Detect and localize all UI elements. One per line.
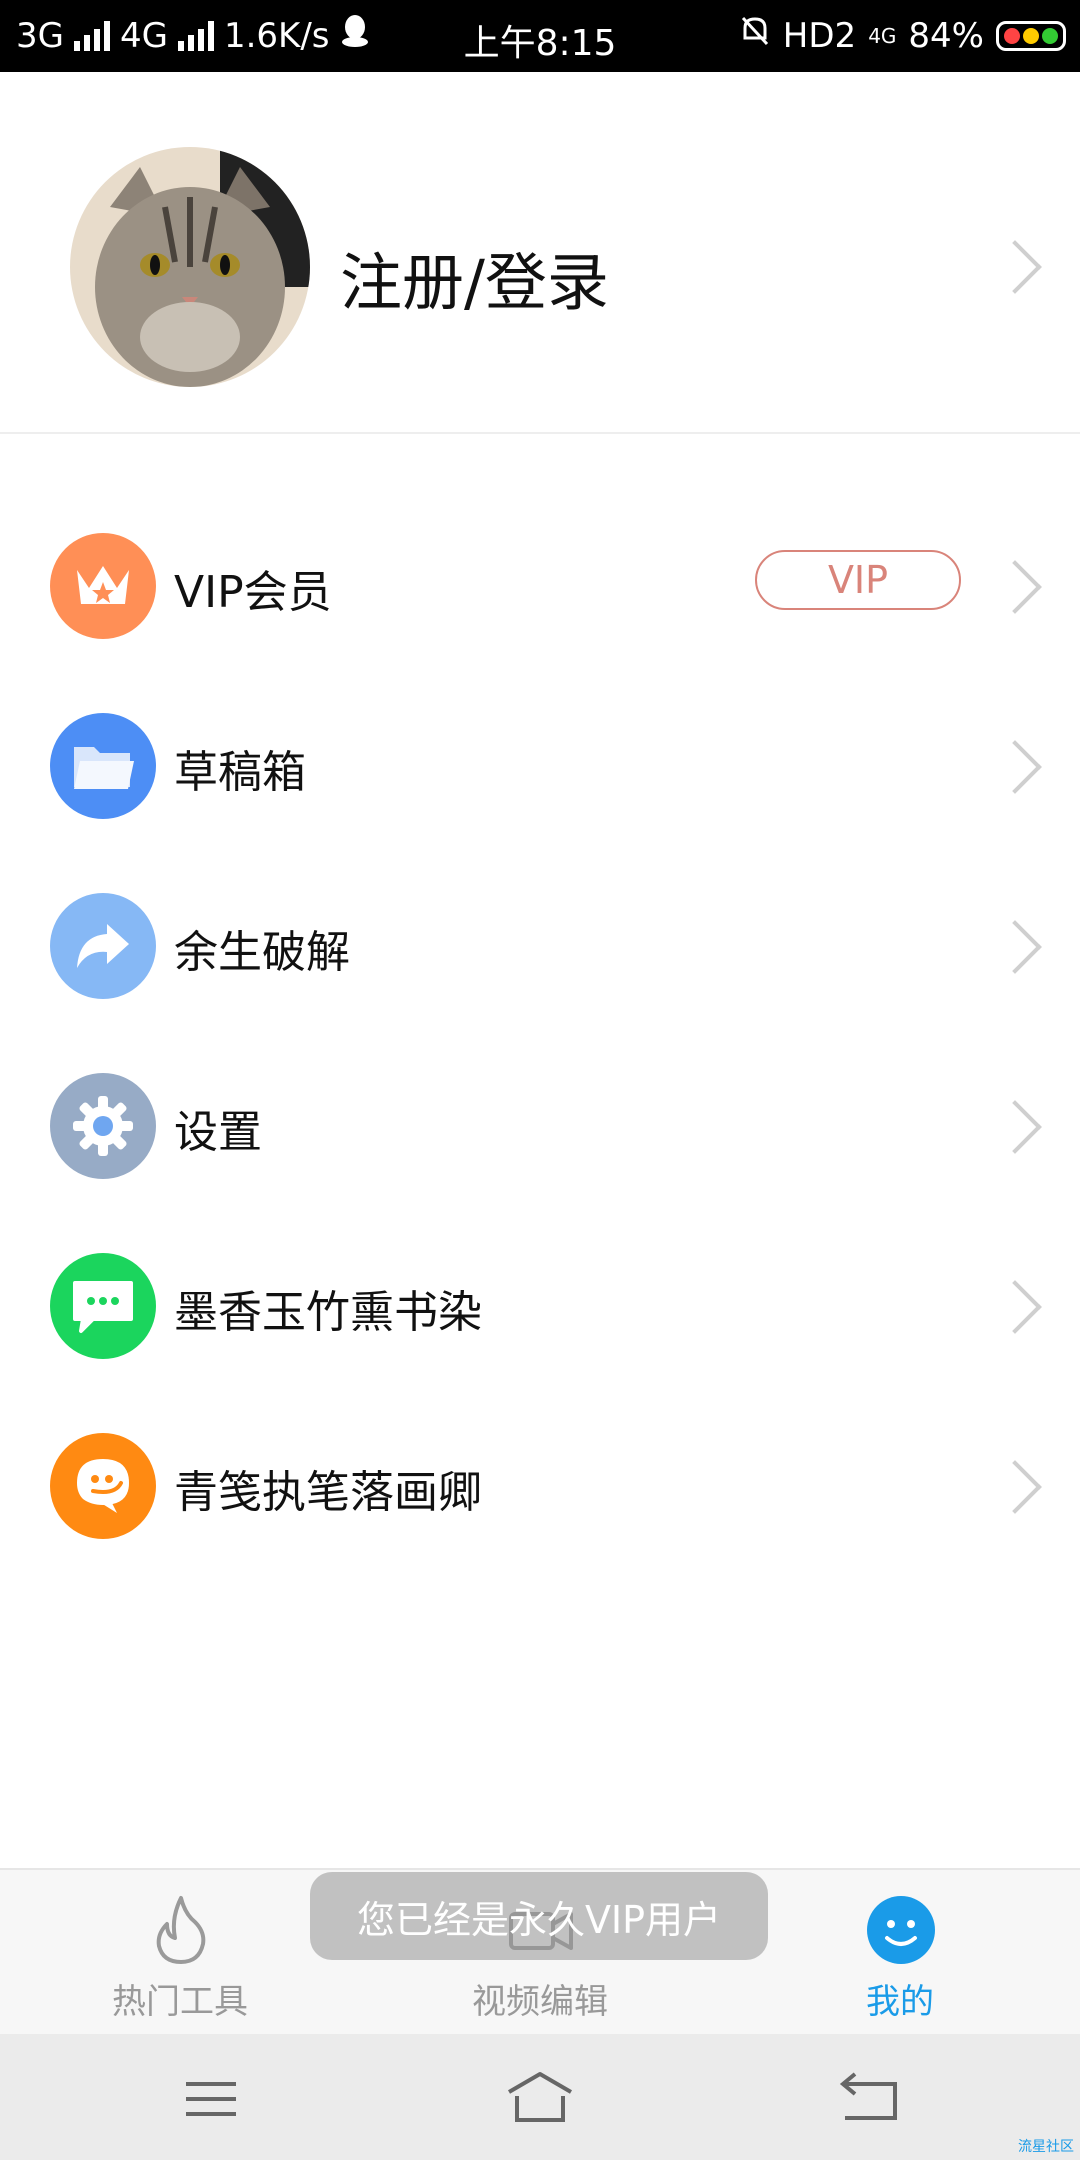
flame-icon <box>145 1894 217 1966</box>
chat-bubble-icon <box>50 1253 156 1359</box>
gear-icon <box>50 1073 156 1179</box>
tab-label: 热门工具 <box>112 1982 248 2022</box>
menu-item-settings[interactable]: 设置 <box>0 1036 1080 1216</box>
share-arrow-icon <box>50 893 156 999</box>
mute-icon <box>739 14 771 57</box>
menu-item-moxiang[interactable]: 墨香玉竹熏书染 <box>0 1216 1080 1396</box>
menu-label: VIP会员 <box>174 567 332 618</box>
menu-label: 余生破解 <box>174 927 350 978</box>
network-type-3: 4G <box>868 23 897 48</box>
tab-label: 视频编辑 <box>472 1982 608 2022</box>
chevron-right-icon <box>988 1280 1042 1334</box>
chevron-right-icon <box>988 1460 1042 1514</box>
hd-indicator: HD2 <box>782 15 857 56</box>
battery-icon <box>996 20 1066 51</box>
vip-badge: VIP <box>755 550 961 610</box>
avatar[interactable] <box>70 147 310 387</box>
menu-item-crack[interactable]: 余生破解 <box>0 856 1080 1036</box>
tab-mine[interactable]: 我的 <box>770 1870 1030 2036</box>
chevron-right-icon <box>988 1100 1042 1154</box>
tab-hot-tools[interactable]: 热门工具 <box>50 1870 310 2036</box>
crown-icon <box>50 533 156 639</box>
toast-message: 您已经是永久VIP用户 <box>310 1872 768 1960</box>
menu-item-drafts[interactable]: 草稿箱 <box>0 676 1080 856</box>
face-bubble-icon <box>50 1433 156 1539</box>
tab-label: 我的 <box>866 1982 934 2022</box>
battery-percent: 84% <box>908 15 984 56</box>
menu-label: 墨香玉竹熏书染 <box>174 1287 482 1338</box>
menu-item-vip[interactable]: VIP会员 VIP <box>0 496 1080 676</box>
smiley-icon <box>865 1894 937 1966</box>
menu-label: 设置 <box>174 1107 262 1158</box>
system-nav-bar: 流星社区 <box>0 2034 1080 2160</box>
watermark: 流星社区 <box>1018 2139 1074 2155</box>
profile-header[interactable]: 注册/登录 <box>0 72 1080 434</box>
menu-icon[interactable] <box>166 2064 256 2134</box>
menu-label: 青笺执笔落画卿 <box>174 1467 482 1518</box>
login-register-label[interactable]: 注册/登录 <box>340 232 609 322</box>
chevron-right-icon <box>988 920 1042 974</box>
home-icon[interactable] <box>495 2064 585 2134</box>
chevron-right-icon <box>988 740 1042 794</box>
folder-icon <box>50 713 156 819</box>
chevron-right-icon <box>988 240 1042 294</box>
status-bar: 3G 4G 1.6K/s 上午8:15 HD2 4G 84% <box>0 0 1080 72</box>
menu-item-qingjian[interactable]: 青笺执笔落画卿 <box>0 1396 1080 1576</box>
back-icon[interactable] <box>825 2064 915 2134</box>
menu-label: 草稿箱 <box>174 747 306 798</box>
chevron-right-icon <box>988 560 1042 614</box>
